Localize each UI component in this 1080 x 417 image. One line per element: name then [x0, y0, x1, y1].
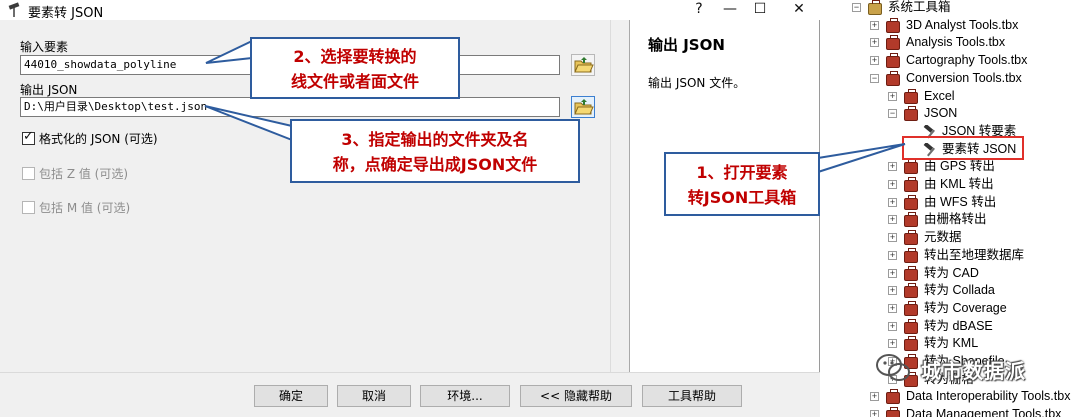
- callout-line: 转JSON工具箱: [687, 188, 797, 207]
- callout-step-3: 3、指定输出的文件夹及名 称，点确定导出成JSON文件: [290, 119, 580, 183]
- callout-line: 1、打开要素: [696, 163, 788, 182]
- wechat-logo-icon: [876, 354, 910, 381]
- watermark: 城市数据派: [875, 352, 1055, 384]
- callout-line: 2、选择要转换的: [293, 47, 417, 66]
- callout-pointer: [205, 40, 253, 64]
- callout-pointer: [817, 143, 906, 173]
- watermark-text: 城市数据派: [921, 359, 1026, 383]
- callout-step-2: 2、选择要转换的 线文件或者面文件: [250, 37, 460, 99]
- callout-pointer: [204, 105, 293, 141]
- callout-line: 3、指定输出的文件夹及名: [341, 130, 529, 149]
- callout-line: 线文件或者面文件: [290, 72, 419, 91]
- callout-step-1: 1、打开要素 转JSON工具箱: [664, 152, 820, 216]
- callout-line: 称，点确定导出成JSON文件: [332, 155, 538, 174]
